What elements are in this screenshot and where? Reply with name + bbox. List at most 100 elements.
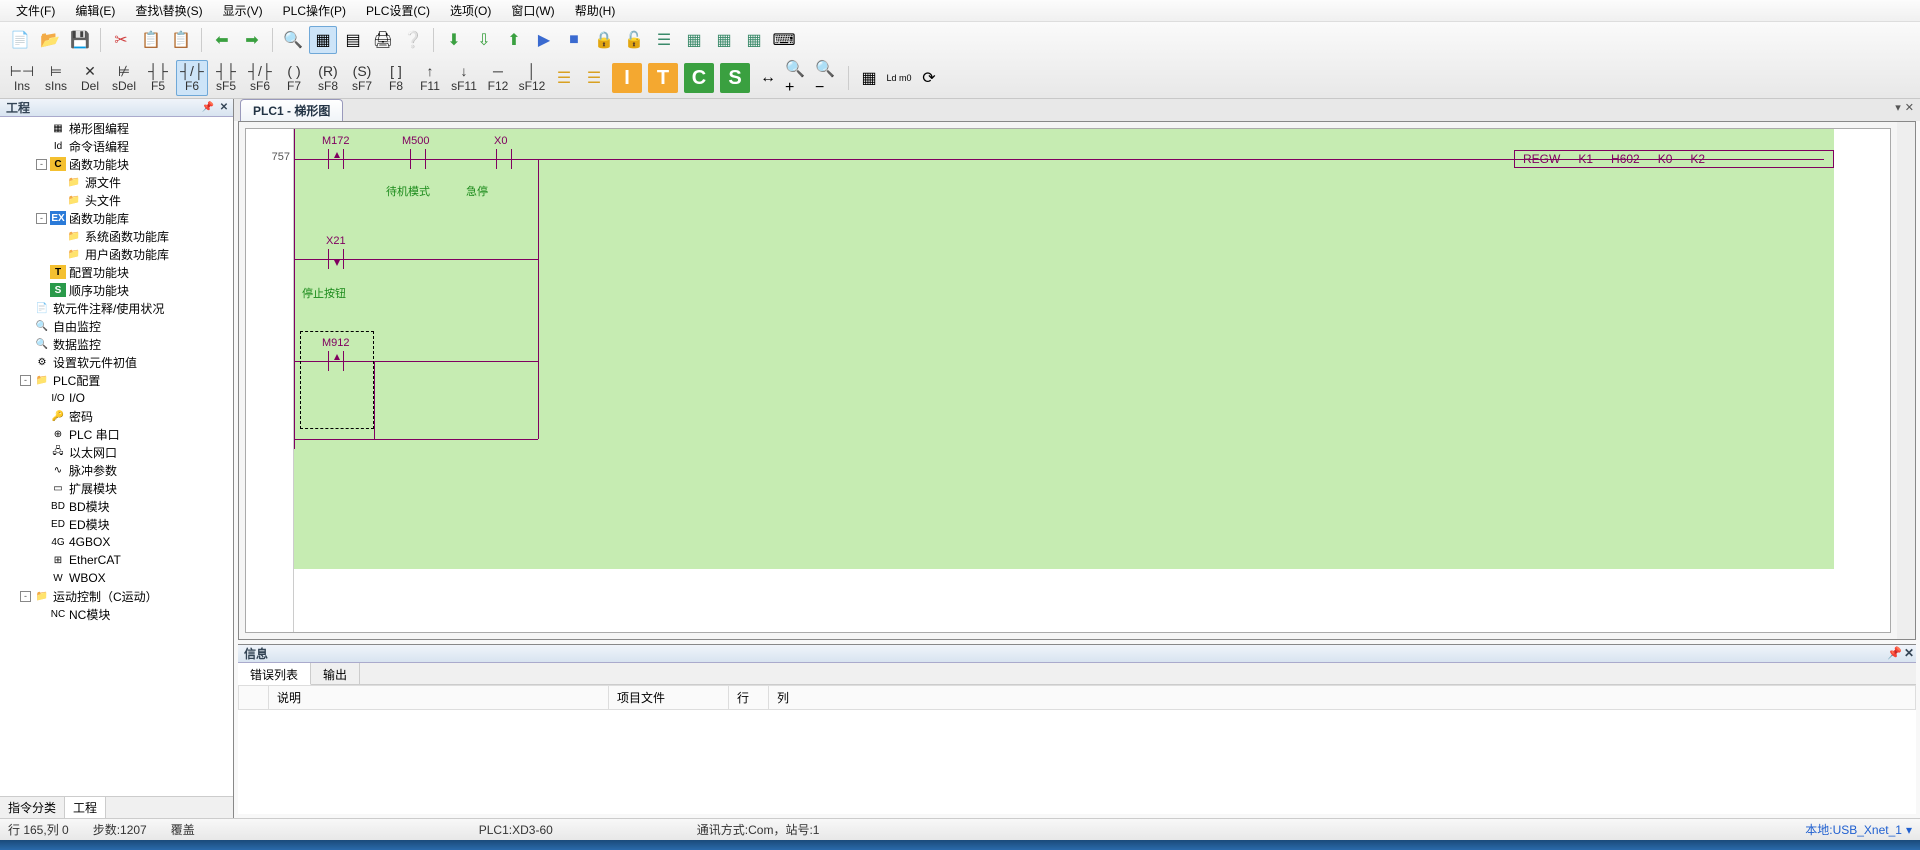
sidebar-tab[interactable]: 指令分类 [0, 797, 65, 818]
tree-node[interactable]: S顺序功能块 [0, 281, 233, 299]
ladder-tool-sf12[interactable]: │sF12 [516, 60, 548, 96]
close-icon[interactable]: ✕ [1904, 646, 1914, 660]
tool-button[interactable]: ☰ [580, 64, 608, 92]
refresh-button[interactable]: ⟳ [915, 64, 943, 92]
menu-item[interactable]: 显示(V) [213, 0, 273, 21]
ladder-tool-f8[interactable]: [ ]F8 [380, 60, 412, 96]
tree-node[interactable]: 📄软元件注释/使用状况 [0, 299, 233, 317]
col-header[interactable]: 说明 [269, 686, 609, 710]
tree-node[interactable]: 🔍自由监控 [0, 317, 233, 335]
monitor3-button[interactable]: ▦ [740, 26, 768, 54]
ladder-canvas[interactable]: 757 M172 M500 X0 待机模式 急停 [294, 129, 1834, 569]
help-button[interactable]: ❔ [399, 26, 427, 54]
cut-button[interactable]: ✂ [107, 26, 135, 54]
undo-button[interactable]: ⬅ [208, 26, 236, 54]
pin-icon[interactable]: 📌 [1887, 646, 1902, 660]
collapse-icon[interactable]: - [36, 159, 47, 170]
tab-dropdown-icon[interactable]: ▾ [1895, 101, 1901, 114]
tree-node[interactable]: 🖧以太网口 [0, 443, 233, 461]
scrollbar-vertical[interactable] [1897, 122, 1915, 639]
new-file-button[interactable]: 📄 [6, 26, 34, 54]
tree-node[interactable]: 🔑密码 [0, 407, 233, 425]
block-s-button[interactable]: S [720, 63, 750, 93]
zoom-button[interactable]: ↔ [754, 64, 782, 92]
tree-node[interactable]: NCNC模块 [0, 605, 233, 623]
tree-node[interactable]: ⊕PLC 串口 [0, 425, 233, 443]
contact-x0[interactable] [492, 149, 516, 169]
tree-node[interactable]: T配置功能块 [0, 263, 233, 281]
ldm0-label[interactable]: Ld m0 [885, 64, 913, 92]
collapse-icon[interactable]: - [20, 591, 31, 602]
ladder-tool-sf8[interactable]: (R)sF8 [312, 60, 344, 96]
tree-node[interactable]: 📁源文件 [0, 173, 233, 191]
output-regw[interactable]: REGWK1H602K0K2 [1514, 150, 1834, 168]
col-header[interactable]: 列 [769, 686, 1916, 710]
ladder-tool-f11[interactable]: ↑F11 [414, 60, 446, 96]
ladder-tool-sf6[interactable]: ┤/├sF6 [244, 60, 276, 96]
tree-node[interactable]: ▭扩展模块 [0, 479, 233, 497]
tree-node[interactable]: BDBD模块 [0, 497, 233, 515]
tree-node[interactable]: Id命令语编程 [0, 137, 233, 155]
close-icon[interactable]: ✕ [217, 100, 231, 114]
menu-item[interactable]: PLC操作(P) [273, 0, 356, 21]
block-c-button[interactable]: C [684, 63, 714, 93]
il-view-button[interactable]: ▤ [339, 26, 367, 54]
ladder-tool-f5[interactable]: ┤├F5 [142, 60, 174, 96]
tree-node[interactable]: 🔍数据监控 [0, 335, 233, 353]
ladder-tool-sins[interactable]: ⊨sIns [40, 60, 72, 96]
project-tree[interactable]: ▦梯形图编程Id命令语编程-C函数功能块📁源文件📁头文件-EX函数功能库📁系统函… [0, 117, 233, 796]
tree-node[interactable]: ▦梯形图编程 [0, 119, 233, 137]
tree-node[interactable]: EDED模块 [0, 515, 233, 533]
collapse-icon[interactable]: - [36, 213, 47, 224]
zoom-button[interactable]: 🔍+ [784, 64, 812, 92]
menu-item[interactable]: 选项(O) [440, 0, 501, 21]
unlock-button[interactable]: 🔓 [620, 26, 648, 54]
download-button[interactable]: ⬇ [440, 26, 468, 54]
ladder-tool-sf7[interactable]: (S)sF7 [346, 60, 378, 96]
status-local[interactable]: 本地:USB_Xnet_1 ▾ [1805, 821, 1912, 838]
tree-node[interactable]: -📁PLC配置 [0, 371, 233, 389]
ladder-tool-f7[interactable]: ( )F7 [278, 60, 310, 96]
upload-button[interactable]: ⬆ [500, 26, 528, 54]
menu-item[interactable]: 帮助(H) [565, 0, 626, 21]
sidebar-tab[interactable]: 工程 [65, 797, 106, 818]
tree-node[interactable]: WWBOX [0, 569, 233, 587]
paste-button[interactable]: 📋 [167, 26, 195, 54]
tree-node[interactable]: -EX函数功能库 [0, 209, 233, 227]
ladder-tool-f12[interactable]: ─F12 [482, 60, 514, 96]
menu-item[interactable]: 文件(F) [6, 0, 65, 21]
ladder-tool-sf11[interactable]: ↓sF11 [448, 60, 480, 96]
col-header[interactable] [239, 686, 269, 710]
tree-node[interactable]: -📁运动控制（C运动） [0, 587, 233, 605]
print-button[interactable]: 🖨 [369, 26, 397, 54]
menu-item[interactable]: PLC设置(C) [356, 0, 440, 21]
menu-item[interactable]: 查找\替换(S) [125, 0, 212, 21]
ladder-canvas-wrap[interactable]: 757 M172 M500 X0 待机模式 急停 [245, 128, 1891, 633]
find-button[interactable]: 🔍 [279, 26, 307, 54]
device-button[interactable]: ⌨ [770, 26, 798, 54]
ladder-tool-f6[interactable]: ┤/├F6 [176, 60, 208, 96]
ladder-tool-sdel[interactable]: ⊭sDel [108, 60, 140, 96]
download-part-button[interactable]: ⇩ [470, 26, 498, 54]
col-header[interactable]: 行 [729, 686, 769, 710]
info-tab[interactable]: 输出 [311, 663, 360, 684]
tree-node[interactable]: ⊞EtherCAT [0, 551, 233, 569]
copy-button[interactable]: 📋 [137, 26, 165, 54]
tab-ladder[interactable]: PLC1 - 梯形图 [240, 99, 343, 121]
block-i-button[interactable]: I [612, 63, 642, 93]
ladder-tool-ins[interactable]: ⊢⊣Ins [6, 60, 38, 96]
contact-m500[interactable] [406, 149, 430, 169]
tree-node[interactable]: 📁用户函数功能库 [0, 245, 233, 263]
tree-node[interactable]: 📁头文件 [0, 191, 233, 209]
ladder-tool-del[interactable]: ✕Del [74, 60, 106, 96]
tab-close-icon[interactable]: ✕ [1905, 101, 1914, 114]
tree-node[interactable]: I/OI/O [0, 389, 233, 407]
lock-button[interactable]: 🔒 [590, 26, 618, 54]
tree-node[interactable]: 📁系统函数功能库 [0, 227, 233, 245]
tree-node[interactable]: ⚙设置软元件初值 [0, 353, 233, 371]
block-t-button[interactable]: T [648, 63, 678, 93]
monitor1-button[interactable]: ▦ [680, 26, 708, 54]
contact-x21[interactable] [324, 249, 348, 269]
save-button[interactable]: 💾 [66, 26, 94, 54]
open-file-button[interactable]: 📂 [36, 26, 64, 54]
